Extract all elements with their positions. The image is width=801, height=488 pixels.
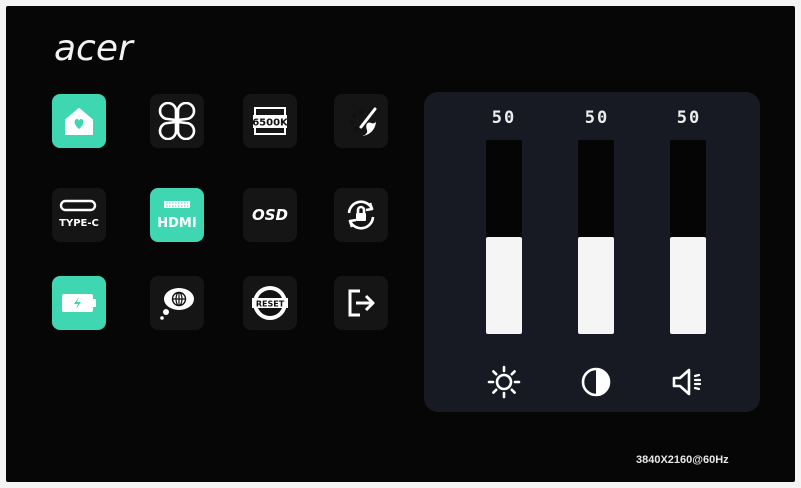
color-temperature-label: 6500K bbox=[252, 118, 289, 129]
lock-rotate-icon bbox=[343, 197, 379, 233]
monitor-osd-screen: acer 6500K TYPE-C HDMI OSD RESET 50 50 5… bbox=[6, 6, 795, 482]
resolution-status: 3840X2160@60Hz bbox=[636, 454, 729, 466]
hdmi-label: HDMI bbox=[157, 216, 196, 231]
brightness-slider-fill bbox=[486, 237, 522, 334]
lock-rotate-button[interactable] bbox=[334, 188, 388, 242]
quick-settings-panel: 50 50 50 bbox=[424, 92, 760, 412]
volume-slider-fill bbox=[670, 237, 706, 334]
modes-button[interactable] bbox=[150, 94, 204, 148]
color-palette-button[interactable] bbox=[334, 94, 388, 148]
brightness-slider[interactable] bbox=[486, 140, 522, 334]
exit-icon bbox=[344, 286, 378, 320]
reset-label: RESET bbox=[256, 300, 285, 309]
type-c-icon: TYPE-C bbox=[56, 197, 102, 233]
language-icon bbox=[157, 283, 197, 323]
power-charging-button[interactable] bbox=[52, 276, 106, 330]
battery-charge-icon bbox=[59, 290, 99, 316]
language-button[interactable] bbox=[150, 276, 204, 330]
contrast-icon bbox=[578, 364, 614, 400]
contrast-slider-fill bbox=[578, 237, 614, 334]
exit-button[interactable] bbox=[334, 276, 388, 330]
contrast-slider[interactable] bbox=[578, 140, 614, 334]
brightness-icon bbox=[486, 364, 522, 400]
color-temperature-button[interactable]: 6500K bbox=[243, 94, 297, 148]
reset-icon: RESET bbox=[250, 283, 290, 323]
hdmi-input-button[interactable]: HDMI bbox=[150, 188, 204, 242]
color-temperature-icon: 6500K bbox=[247, 104, 293, 138]
type-c-input-button[interactable]: TYPE-C bbox=[52, 188, 106, 242]
home-button[interactable] bbox=[52, 94, 106, 148]
reset-button[interactable]: RESET bbox=[243, 276, 297, 330]
volume-slider[interactable] bbox=[670, 140, 706, 334]
brightness-value: 50 bbox=[491, 108, 517, 128]
osd-settings-button[interactable]: OSD bbox=[243, 188, 297, 242]
osd-label: OSD bbox=[251, 206, 288, 224]
acer-logo: acer bbox=[54, 28, 133, 69]
contrast-value: 50 bbox=[584, 108, 610, 128]
hdmi-icon: HDMI bbox=[154, 195, 200, 235]
home-icon bbox=[62, 104, 96, 138]
volume-icon bbox=[670, 364, 706, 400]
type-c-label: TYPE-C bbox=[59, 218, 99, 229]
color-palette-icon bbox=[343, 103, 379, 139]
volume-value: 50 bbox=[676, 108, 702, 128]
mode-grid-icon bbox=[158, 102, 196, 140]
